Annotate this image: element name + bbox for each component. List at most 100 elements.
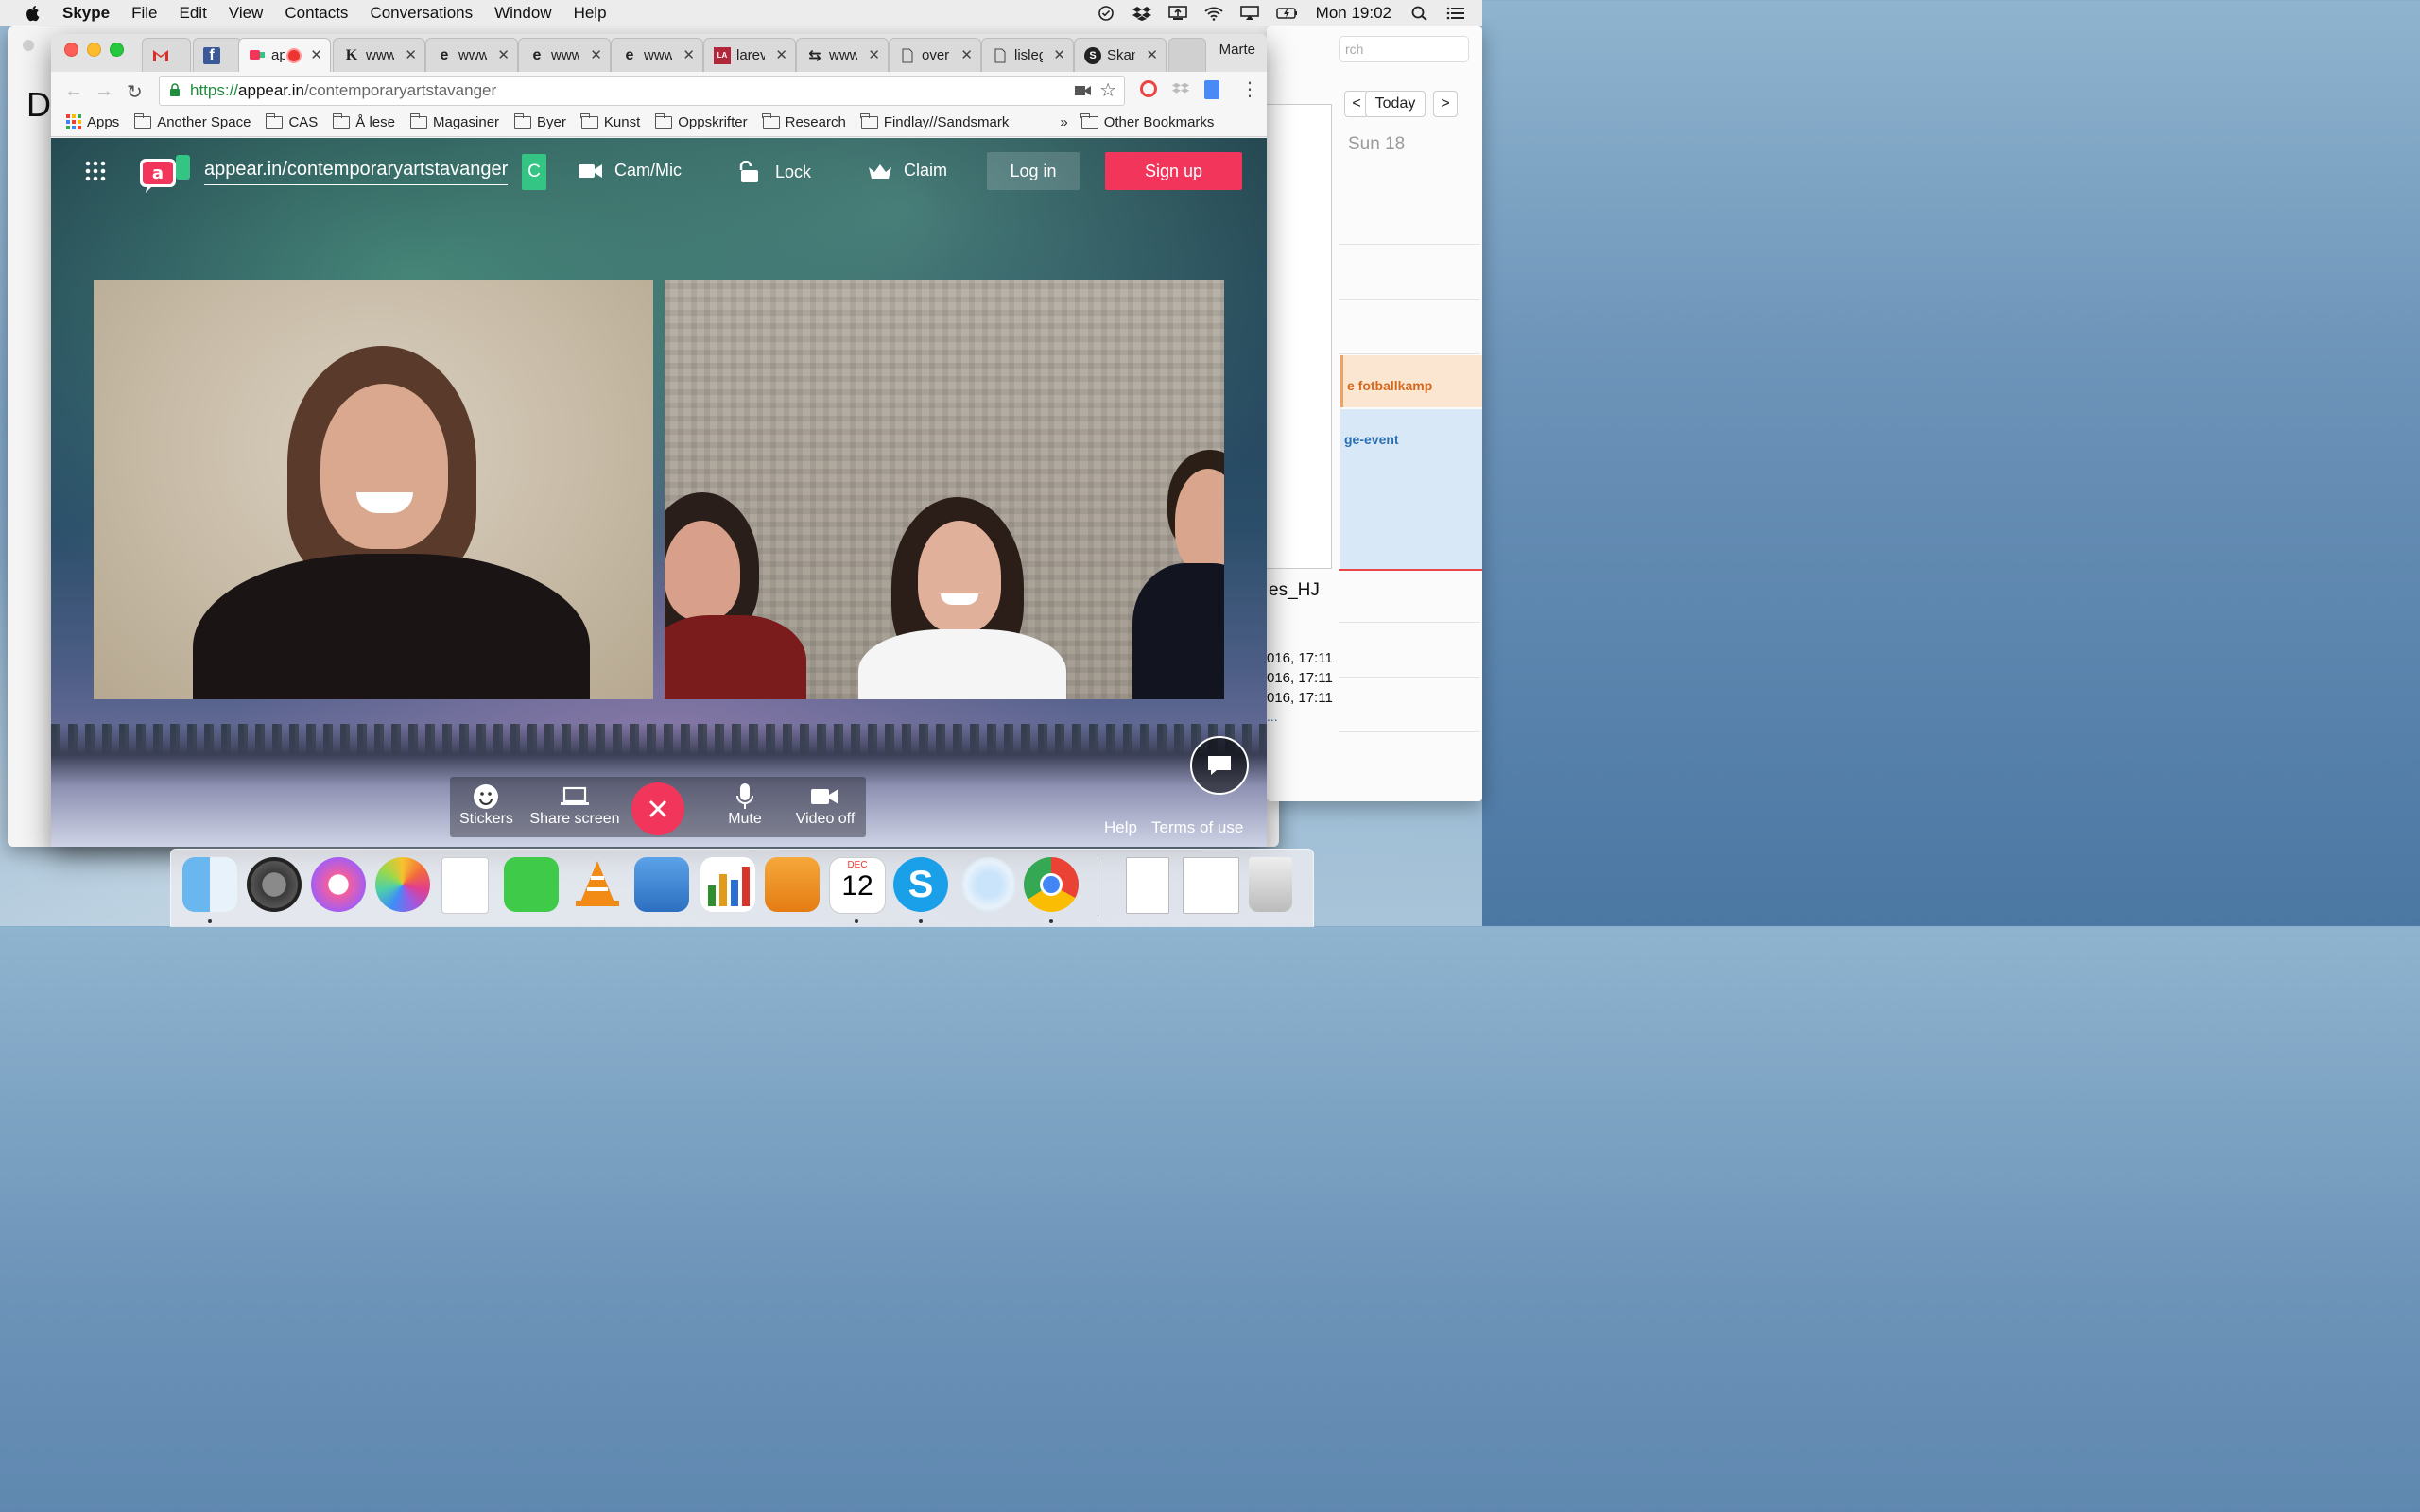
chat-button[interactable] <box>1190 736 1249 795</box>
back-icon[interactable]: ← <box>64 80 83 102</box>
tab-close-icon[interactable]: ✕ <box>775 46 787 63</box>
bookmark-folder[interactable]: Kunst <box>580 112 640 130</box>
help-link[interactable]: Help <box>1104 818 1137 837</box>
keynote-icon[interactable] <box>634 857 689 912</box>
menu-file[interactable]: File <box>131 4 157 23</box>
camera-indicator-icon[interactable] <box>1075 84 1092 97</box>
tab-facebook[interactable]: f <box>193 38 242 72</box>
document-stack-icon[interactable] <box>1126 857 1169 914</box>
display-upload-icon[interactable] <box>1167 5 1187 21</box>
signup-button[interactable]: Sign up <box>1105 152 1242 190</box>
dropbox-extension-icon[interactable] <box>1172 81 1189 96</box>
menu-conversations[interactable]: Conversations <box>370 4 473 23</box>
photos-icon[interactable] <box>375 857 430 912</box>
address-bar[interactable]: https://appear.in/contemporaryartstavang… <box>159 76 1125 106</box>
bookmark-folder[interactable]: Å lese <box>332 112 395 130</box>
tab[interactable]: ⇆ www ✕ <box>796 38 889 72</box>
lock-room-button[interactable]: Lock <box>739 161 811 183</box>
tab[interactable]: e www ✕ <box>518 38 611 72</box>
window-close-button[interactable] <box>64 43 78 57</box>
airplay-icon[interactable] <box>1239 5 1259 21</box>
tab-gmail[interactable] <box>142 38 191 72</box>
tab-close-icon[interactable]: ✕ <box>497 46 510 63</box>
calendar-next-button[interactable]: > <box>1433 91 1458 117</box>
claim-room-button[interactable]: Claim <box>868 161 947 180</box>
vlc-icon[interactable] <box>570 857 625 912</box>
tab-close-icon[interactable]: ✕ <box>1053 46 1065 63</box>
reload-icon[interactable]: ↻ <box>127 80 143 104</box>
tab[interactable]: lisleg ✕ <box>981 38 1074 72</box>
bookmark-folder[interactable]: Magasiner <box>409 112 499 130</box>
calendar-event[interactable]: ge-event <box>1340 409 1482 570</box>
bookmark-folder[interactable]: Byer <box>513 112 566 130</box>
reminders-icon[interactable] <box>441 857 489 914</box>
copy-link-button[interactable]: C <box>522 154 546 190</box>
facetime-icon[interactable] <box>504 857 559 912</box>
tab-close-icon[interactable]: ✕ <box>1146 46 1158 63</box>
profile-name[interactable]: Marte <box>1219 42 1255 58</box>
menu-clock[interactable]: Mon 19:02 <box>1316 4 1392 23</box>
wifi-icon[interactable] <box>1204 6 1223 21</box>
forward-icon[interactable]: → <box>95 80 113 102</box>
bookmark-apps[interactable]: Apps <box>66 114 119 130</box>
tab-close-icon[interactable]: ✕ <box>683 46 695 63</box>
window-close-button[interactable] <box>23 40 34 51</box>
skype-icon[interactable]: S <box>893 857 948 912</box>
opera-vpn-icon[interactable] <box>1140 80 1157 97</box>
room-name[interactable]: appear.in/contemporaryartstavanger <box>204 159 509 185</box>
other-bookmarks-folder[interactable]: Other Bookmarks <box>1080 112 1214 130</box>
menu-app-skype[interactable]: Skype <box>62 4 110 23</box>
bookmark-folder[interactable]: Research <box>762 112 846 130</box>
menu-edit[interactable]: Edit <box>180 4 207 23</box>
battery-icon[interactable] <box>1275 6 1299 21</box>
tab-close-icon[interactable]: ✕ <box>960 46 973 63</box>
terms-of-use-link[interactable]: Terms of use <box>1151 818 1243 837</box>
tab[interactable]: e www ✕ <box>425 38 518 72</box>
tab[interactable]: e www ✕ <box>611 38 703 72</box>
tab[interactable]: S Skan ✕ <box>1074 38 1167 72</box>
trash-icon[interactable] <box>1249 857 1292 912</box>
tab-close-icon[interactable]: ✕ <box>310 46 322 63</box>
chrome-icon[interactable] <box>1024 857 1079 912</box>
docs-extension-icon[interactable] <box>1204 80 1219 99</box>
video-tile-remote[interactable] <box>665 280 1224 699</box>
menu-grid-icon[interactable] <box>85 161 106 181</box>
dropbox-icon[interactable] <box>1132 6 1151 21</box>
menu-contacts[interactable]: Contacts <box>285 4 348 23</box>
stickers-button[interactable]: Stickers <box>459 782 513 828</box>
video-tile-local[interactable] <box>94 280 653 699</box>
window-zoom-button[interactable] <box>110 43 124 57</box>
menu-window[interactable]: Window <box>494 4 551 23</box>
bookmark-star-icon[interactable]: ☆ <box>1099 78 1116 102</box>
menu-view[interactable]: View <box>229 4 264 23</box>
bookmark-folder[interactable]: Oppskrifter <box>654 112 748 130</box>
tab-close-icon[interactable]: ✕ <box>590 46 602 63</box>
itunes-icon[interactable] <box>311 857 366 912</box>
notification-center-icon[interactable] <box>1446 6 1465 21</box>
tab-close-icon[interactable]: ✕ <box>405 46 417 63</box>
checkmark-circle-icon[interactable] <box>1097 5 1115 21</box>
bookmark-folder[interactable]: CAS <box>265 112 318 130</box>
tab[interactable]: LA larev ✕ <box>703 38 796 72</box>
video-off-button[interactable]: Video off <box>792 782 858 828</box>
bookmark-folder[interactable]: Findlay//Sandsmark <box>860 112 1009 130</box>
apple-icon[interactable] <box>25 5 40 22</box>
calendar-icon[interactable]: DEC 12 <box>829 857 886 914</box>
new-tab-button[interactable] <box>1168 38 1206 72</box>
mute-button[interactable]: Mute <box>724 782 766 828</box>
tab-close-icon[interactable]: ✕ <box>868 46 880 63</box>
share-screen-button[interactable]: Share screen <box>529 782 620 828</box>
tab-appear-in[interactable]: ap ✕ <box>238 38 331 72</box>
network-radar-icon[interactable] <box>961 857 1016 912</box>
spotlight-icon[interactable] <box>1410 6 1429 21</box>
tab[interactable]: over ✕ <box>889 38 981 72</box>
calendar-event[interactable]: e fotballkamp <box>1340 355 1482 407</box>
bookmark-folder[interactable]: Another Space <box>133 112 251 130</box>
pages-icon[interactable] <box>765 857 820 912</box>
calendar-today-button[interactable]: Today <box>1365 91 1426 117</box>
numbers-icon[interactable] <box>700 857 755 912</box>
login-button[interactable]: Log in <box>987 152 1080 190</box>
menu-help[interactable]: Help <box>574 4 607 23</box>
window-minimize-button[interactable] <box>87 43 101 57</box>
calendar-search-field[interactable]: rch <box>1339 36 1469 62</box>
